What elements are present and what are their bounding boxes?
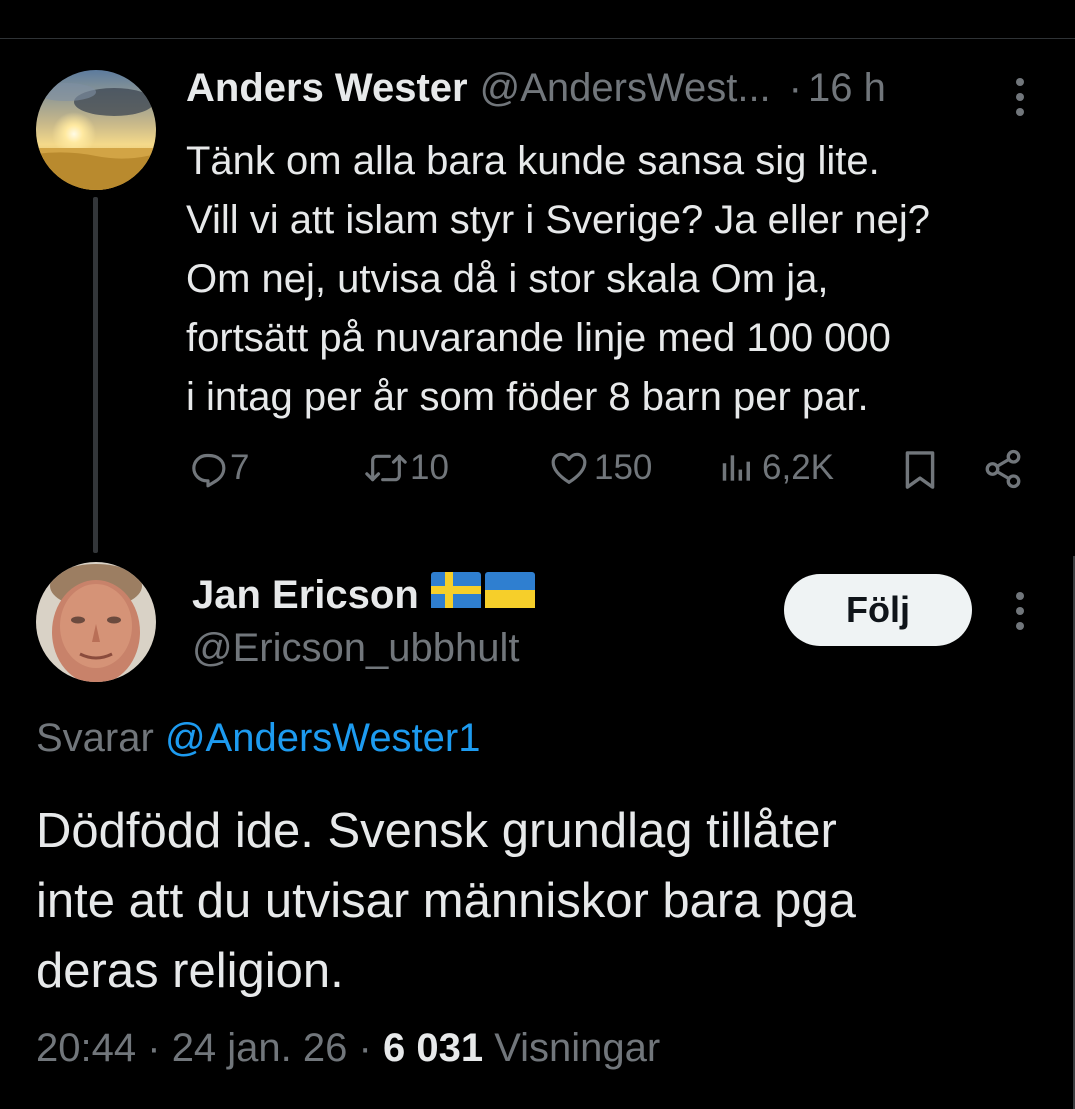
views-count: 6,2K <box>762 448 834 487</box>
thread-connector-line <box>93 197 98 553</box>
author-handle[interactable]: @AndersWest... <box>480 66 771 111</box>
reply-author-name-row[interactable]: Jan Ericson <box>192 572 535 618</box>
reply-author-name: Jan Ericson <box>192 572 419 617</box>
follow-button[interactable]: Följ <box>784 574 972 646</box>
dot-separator: · <box>147 1026 161 1070</box>
parent-tweet-text: Tänk om alla bara kunde sansa sig lite. … <box>186 139 930 419</box>
repost-button[interactable]: 10 <box>364 448 449 488</box>
like-count: 150 <box>594 448 653 487</box>
replying-label: Svarar <box>36 716 154 760</box>
author-name[interactable]: Anders Wester <box>186 66 468 111</box>
top-divider <box>0 38 1075 39</box>
dot-separator: · <box>358 1026 372 1070</box>
views-icon <box>722 455 750 481</box>
share-icon <box>985 449 1021 489</box>
views-button[interactable]: 6,2K <box>718 448 834 488</box>
repost-count: 10 <box>410 448 449 487</box>
parent-tweet-header: Anders Wester @AndersWest... · 16 h <box>186 66 886 111</box>
reply-button[interactable]: 7 <box>188 448 249 488</box>
reply-count: 7 <box>230 448 250 487</box>
tweet-actions-bar: 7 10 150 6,2K <box>186 448 1026 498</box>
ukrainian-flag-icon <box>484 572 535 618</box>
avatar-jan-ericson[interactable] <box>36 562 156 682</box>
like-button[interactable]: 150 <box>548 448 652 488</box>
avatar-anders-wester[interactable] <box>36 70 156 190</box>
reply-views-count: 6 031 <box>382 1026 484 1070</box>
swedish-flag-icon <box>430 572 481 618</box>
reply-time[interactable]: 20:44 <box>36 1026 136 1070</box>
reply-tweet-text: Dödfödd ide. Svensk grundlag tillåter in… <box>36 804 856 998</box>
replying-to-mention[interactable]: @AndersWester1 <box>165 716 481 760</box>
more-icon[interactable] <box>1016 78 1024 116</box>
share-button[interactable] <box>982 448 1024 490</box>
reply-author-handle[interactable]: @Ericson_ubbhult <box>192 626 519 671</box>
dot-separator: · <box>788 66 802 110</box>
tweet-thread-view: Anders Wester @AndersWest... · 16 h Tänk… <box>0 0 1075 1109</box>
more-icon[interactable] <box>1016 592 1024 630</box>
reply-date[interactable]: 24 jan. 26 <box>172 1026 348 1070</box>
like-icon <box>551 452 587 484</box>
reply-views-label: Visningar <box>494 1026 661 1070</box>
tweet-time[interactable]: 16 h <box>808 66 886 111</box>
bookmark-button[interactable] <box>902 448 938 492</box>
reply-icon <box>192 453 226 488</box>
replying-to-line: Svarar @AndersWester1 <box>36 716 480 761</box>
repost-icon <box>365 454 407 482</box>
bookmark-icon <box>905 451 935 489</box>
reply-meta-line: 20:44 · 24 jan. 26 · 6 031 Visningar <box>36 1026 660 1071</box>
